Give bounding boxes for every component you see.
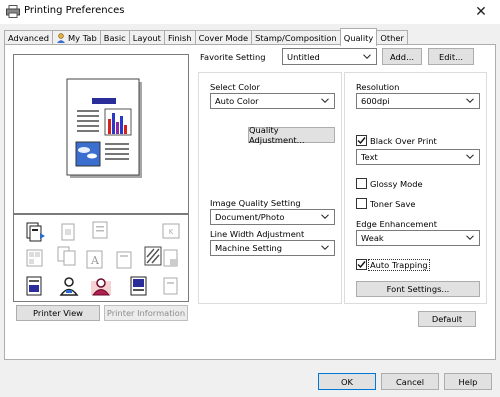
function-icon-grid: K A	[13, 214, 189, 302]
toner-save-label: Toner Save	[370, 199, 416, 209]
proof-print-icon	[163, 277, 178, 295]
favorite-setting-select[interactable]: Untitled	[282, 48, 377, 65]
black-over-print-checkbox[interactable]	[356, 135, 367, 146]
printer-information-button[interactable]: Printer Information	[104, 305, 188, 321]
overlay-icon	[116, 251, 132, 269]
black-over-print-value: Text	[361, 152, 378, 162]
image-quality-setting-select[interactable]: Document/Photo	[210, 209, 335, 225]
checkmark-icon	[357, 137, 366, 145]
layout-icon	[26, 249, 43, 267]
printer-view-button[interactable]: Printer View	[16, 305, 100, 321]
auto-trapping-checkbox[interactable]	[356, 259, 367, 270]
resolution-label: Resolution	[356, 82, 400, 92]
printer-icon	[6, 5, 20, 18]
resolution-value: 600dpi	[361, 96, 390, 106]
image-quality-setting-value: Document/Photo	[215, 212, 285, 222]
resolution-select[interactable]: 600dpi	[356, 93, 480, 109]
chevron-down-icon	[363, 53, 371, 59]
glossy-mode-label: Glossy Mode	[370, 179, 423, 189]
favorite-setting-label: Favorite Setting	[200, 52, 266, 62]
line-width-adjustment-select[interactable]: Machine Setting	[210, 240, 335, 256]
edge-enhancement-label: Edge Enhancement	[356, 219, 437, 229]
help-button[interactable]: Help	[444, 373, 492, 390]
user-icon	[56, 33, 65, 43]
chevron-down-icon	[466, 154, 474, 159]
tab-layout[interactable]: Layout	[128, 30, 165, 45]
tab-basic[interactable]: Basic	[99, 30, 130, 45]
default-button[interactable]: Default	[418, 311, 476, 327]
glossy-mode-checkbox[interactable]	[356, 178, 367, 189]
image-quality-setting-label: Image Quality Setting	[210, 198, 301, 208]
chevron-down-icon	[466, 235, 474, 240]
stamp-icon: K	[162, 223, 180, 239]
toner-save-checkbox[interactable]	[356, 198, 367, 209]
black-over-print-select[interactable]: Text	[356, 149, 480, 165]
font-icon: A	[86, 250, 103, 269]
staple-output-icon	[26, 222, 45, 242]
window-title: Printing Preferences	[24, 5, 125, 16]
line-width-adjustment-label: Line Width Adjustment	[210, 229, 305, 239]
add-favorite-button[interactable]: Add...	[382, 48, 422, 65]
account-track-icon	[59, 277, 79, 296]
tab-stamp-composition[interactable]: Stamp/Composition	[251, 30, 341, 45]
tab-other[interactable]: Other	[376, 30, 408, 45]
checkmark-icon	[357, 261, 366, 269]
tab-finish[interactable]: Finish	[163, 30, 196, 45]
quality-adjustment-button[interactable]: Quality Adjustment...	[248, 125, 335, 145]
document-preview-icon	[66, 78, 142, 178]
cancel-button[interactable]: Cancel	[381, 373, 439, 390]
edge-enhancement-value: Weak	[361, 233, 384, 243]
chevron-down-icon	[321, 245, 329, 250]
select-color-value: Auto Color	[215, 96, 259, 106]
secure-print-icon	[163, 249, 178, 267]
font-settings-button[interactable]: Font Settings...	[356, 281, 480, 297]
page-preview	[13, 54, 189, 214]
tab-cover-mode[interactable]: Cover Mode	[194, 30, 253, 45]
close-button[interactable]: ✕	[462, 0, 500, 24]
svg-text:K: K	[169, 228, 174, 236]
n-up-icon	[57, 246, 76, 266]
tab-advanced[interactable]: Advanced	[4, 30, 53, 45]
duplex-icon	[61, 223, 75, 241]
chevron-down-icon	[321, 214, 329, 219]
booklet-icon	[92, 221, 108, 239]
chevron-down-icon	[466, 98, 474, 103]
ok-button[interactable]: OK	[318, 373, 376, 390]
box-save-icon	[130, 276, 147, 296]
user-authentication-icon	[26, 276, 42, 296]
black-over-print-label: Black Over Print	[370, 136, 437, 146]
tab-strip: Advanced My Tab Basic Layout Finish Cove…	[4, 28, 408, 46]
line-width-adjustment-value: Machine Setting	[215, 243, 283, 253]
tab-quality[interactable]: Quality	[339, 28, 378, 46]
select-color-select[interactable]: Auto Color	[210, 93, 335, 109]
tab-my-tab[interactable]: My Tab	[51, 30, 101, 45]
svg-text:A: A	[90, 254, 100, 267]
auto-trapping-label: Auto Trapping	[368, 259, 430, 271]
select-color-label: Select Color	[210, 82, 260, 92]
chevron-down-icon	[321, 98, 329, 103]
edge-enhancement-select[interactable]: Weak	[356, 230, 480, 246]
favorite-setting-value: Untitled	[287, 51, 320, 62]
edit-favorite-button[interactable]: Edit...	[428, 48, 474, 65]
id-print-icon	[91, 278, 111, 296]
